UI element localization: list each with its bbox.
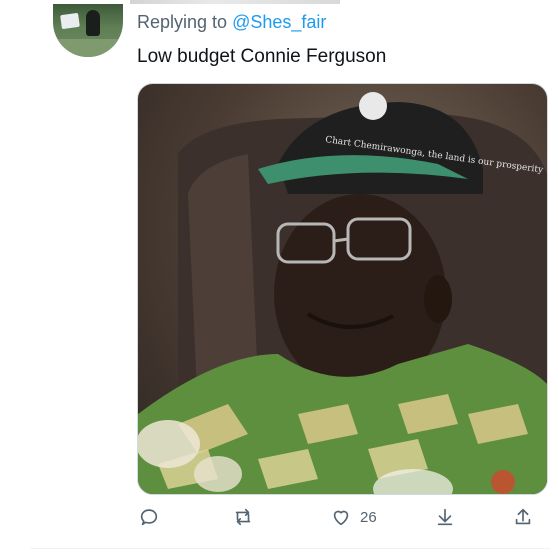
share-button[interactable] [434, 504, 456, 530]
cap-logo [359, 92, 387, 120]
replying-to-label: Replying to [137, 12, 228, 32]
avatar-object [60, 12, 80, 30]
avatar-grass [53, 39, 123, 57]
replying-to-handle-link[interactable]: @Shes_fair [232, 12, 326, 32]
flower-1 [138, 420, 200, 468]
heart-icon [333, 510, 349, 526]
upload-button[interactable] [512, 504, 534, 530]
tweet-text: Low budget Connie Ferguson [137, 46, 387, 67]
reply-icon [140, 509, 158, 526]
ear [424, 275, 452, 323]
like-button[interactable]: 26 [330, 504, 377, 530]
tweet-actions-bar: 26 [130, 504, 550, 530]
previous-tweet-edge [130, 0, 340, 4]
upload-icon [515, 508, 531, 525]
retweet-icon [235, 508, 251, 526]
replying-to-line: Replying to @Shes_fair [137, 12, 326, 33]
avatar-person [86, 10, 100, 36]
glasses-bridge [333, 237, 349, 243]
photo-illustration: Chart Chemirawonga, the land is our pros… [138, 92, 547, 494]
like-count: 26 [360, 508, 377, 526]
retweet-button[interactable] [232, 504, 254, 530]
reply-button[interactable] [138, 504, 160, 530]
tweet-divider [30, 548, 550, 549]
avatar[interactable] [53, 4, 123, 57]
tweet-media-photo[interactable]: Chart Chemirawonga, the land is our pros… [137, 83, 548, 495]
flower-2 [194, 456, 242, 492]
flower-4 [491, 470, 515, 494]
share-icon [437, 508, 453, 526]
